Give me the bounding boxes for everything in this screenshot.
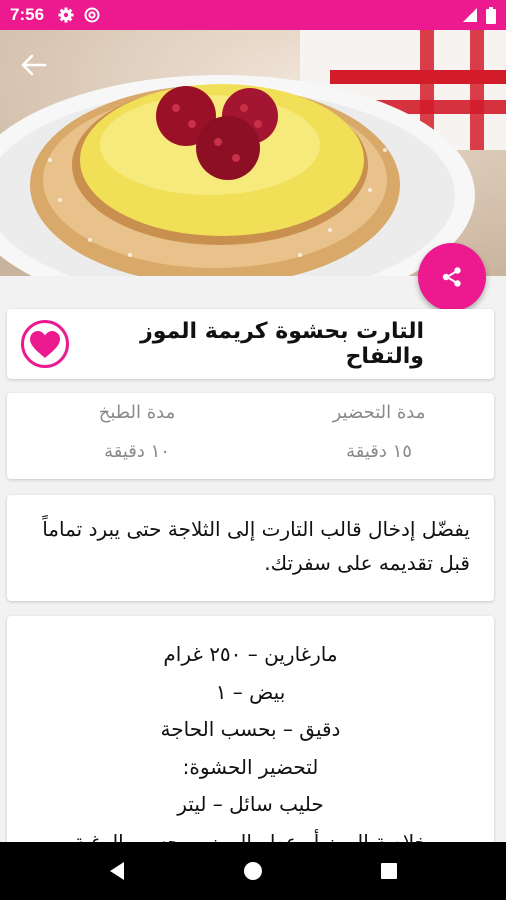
gear-icon [58, 7, 74, 23]
square-recents-icon [381, 863, 397, 879]
cook-time: مدة الطبخ ١٠ دقيقة [37, 393, 237, 462]
tart-illustration [0, 30, 506, 276]
status-time: 7:56 [10, 5, 45, 24]
ingredient-item: لتحضير الحشوة: [182, 754, 319, 779]
recipe-tip-card: يفضّل إدخال قالب التارت إلى الثلاجة حتى … [7, 495, 494, 601]
nav-recents-button[interactable] [369, 851, 409, 891]
share-icon [442, 267, 461, 287]
battery-icon [486, 6, 496, 24]
prep-time-value: ١٥ دقيقة [346, 441, 412, 462]
ingredients-card: مارغارين – ٢٥٠ غرام بيض – ١ دقيق – بحسب … [7, 616, 494, 876]
recipe-times-card: مدة التحضير ١٥ دقيقة مدة الطبخ ١٠ دقيقة [7, 393, 494, 479]
recipe-title: التارت بحشوة كريمة الموز والتفاح [140, 319, 424, 369]
status-bar: 7:56 [0, 0, 506, 30]
arrow-left-icon [21, 54, 47, 76]
at-icon [84, 7, 100, 23]
signal-icon [463, 8, 477, 22]
ingredient-item: مارغارين – ٢٥٠ غرام [163, 642, 338, 666]
recipe-hero-image [0, 30, 506, 276]
cook-time-label: مدة الطبخ [98, 402, 176, 423]
circle-home-icon [244, 862, 262, 880]
ingredient-item: دقيق – بحسب الحاجة [160, 717, 341, 741]
ingredient-item: بيض – ١ [215, 679, 286, 704]
system-nav-bar [0, 842, 506, 900]
share-button[interactable] [418, 243, 486, 311]
nav-back-button[interactable] [97, 851, 137, 891]
recipe-title-card: التارت بحشوة كريمة الموز والتفاح [7, 309, 494, 379]
recipe-tip-text: يفضّل إدخال قالب التارت إلى الثلاجة حتى … [42, 517, 470, 575]
ingredient-item: حليب سائل – ليتر [177, 792, 324, 816]
heart-icon [30, 330, 60, 358]
back-button[interactable] [14, 48, 54, 82]
ingredients-list: مارغارين – ٢٥٠ غرام بيض – ١ دقيق – بحسب … [7, 616, 494, 861]
favorite-button[interactable] [21, 320, 69, 368]
prep-time-label: مدة التحضير [332, 402, 426, 423]
prep-time: مدة التحضير ١٥ دقيقة [279, 393, 479, 462]
triangle-back-icon [110, 862, 124, 880]
nav-home-button[interactable] [233, 851, 273, 891]
cook-time-value: ١٠ دقيقة [104, 441, 170, 462]
